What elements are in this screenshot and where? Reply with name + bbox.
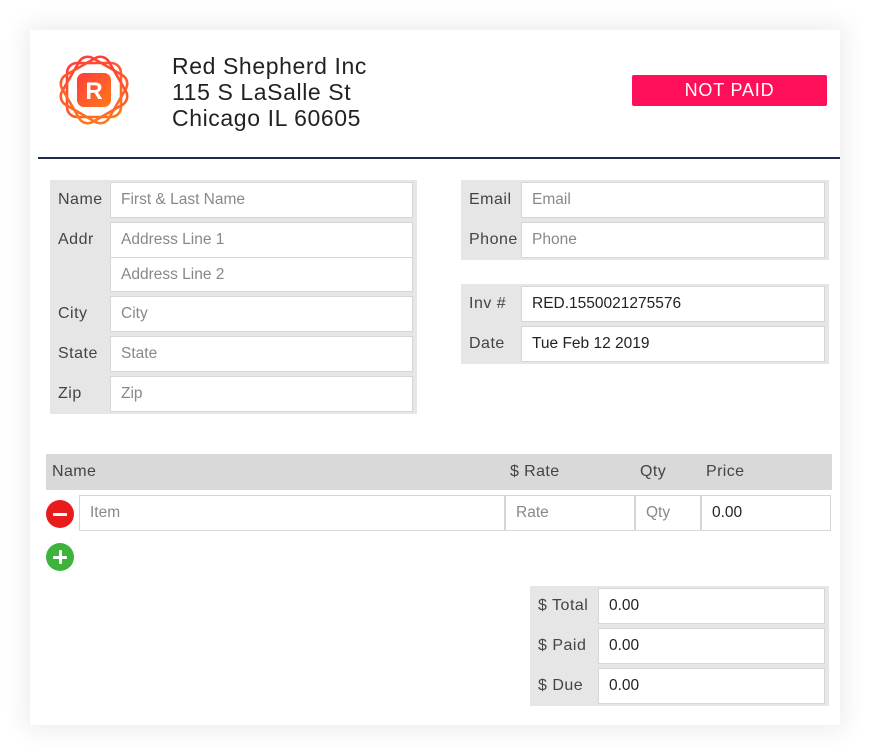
- header-name: Name: [52, 463, 97, 480]
- item-qty-input[interactable]: Qty: [635, 495, 701, 531]
- total-row: $ Total 0.00: [532, 588, 827, 624]
- minus-circle-icon: [53, 512, 67, 516]
- email-row: Email Email: [463, 182, 827, 218]
- client-info-panel: Name First & Last Name Addr Address Line…: [50, 180, 417, 414]
- add-item-button[interactable]: [46, 543, 74, 571]
- email-input[interactable]: Email: [521, 182, 825, 218]
- phone-row: Phone Phone: [463, 222, 827, 258]
- client-name-input[interactable]: First & Last Name: [110, 182, 413, 218]
- client-zip-row: Zip Zip: [52, 376, 415, 412]
- client-name-row: Name First & Last Name: [52, 182, 415, 218]
- line-items-header: Name $ Rate Qty Price: [46, 454, 832, 490]
- city-input[interactable]: City: [110, 296, 413, 332]
- contact-info-panel: Email Email Phone Phone: [461, 180, 829, 260]
- client-state-row: State State: [52, 336, 415, 372]
- header-rate: $ Rate: [510, 463, 560, 480]
- header-qty: Qty: [640, 463, 667, 480]
- invoice-card: R Red Shepherd Inc 115 S LaSalle St Chic…: [30, 30, 840, 725]
- plus-circle-icon: [53, 550, 67, 564]
- item-rate-input[interactable]: Rate: [505, 495, 635, 531]
- paid-input[interactable]: 0.00: [598, 628, 825, 664]
- client-city-row: City City: [52, 296, 415, 332]
- total-value: 0.00: [598, 588, 825, 624]
- due-row: $ Due 0.00: [532, 668, 827, 704]
- zip-input[interactable]: Zip: [110, 376, 413, 412]
- phone-label: Phone: [469, 231, 518, 248]
- invoice-number-input[interactable]: RED.1550021275576: [521, 286, 825, 322]
- paid-label: $ Paid: [538, 637, 587, 654]
- total-label: $ Total: [538, 597, 589, 614]
- header-price: Price: [706, 463, 745, 480]
- phone-input[interactable]: Phone: [521, 222, 825, 258]
- company-address-block: Red Shepherd Inc 115 S LaSalle St Chicag…: [172, 53, 367, 131]
- due-label: $ Due: [538, 677, 584, 694]
- invoice-number-row: Inv # RED.1550021275576: [463, 286, 827, 322]
- totals-panel: $ Total 0.00 $ Paid 0.00 $ Due 0.00: [530, 586, 829, 706]
- line-item-row: Item Rate Qty 0.00: [46, 495, 832, 531]
- address-line-1-input[interactable]: Address Line 1: [110, 222, 413, 258]
- client-name-label: Name: [58, 191, 103, 208]
- item-price-field: 0.00: [701, 495, 831, 531]
- due-value: 0.00: [598, 668, 825, 704]
- remove-item-button[interactable]: [46, 500, 74, 528]
- header-divider: [38, 157, 840, 159]
- item-name-input[interactable]: Item: [79, 495, 505, 531]
- payment-status-badge[interactable]: NOT PAID: [632, 75, 827, 106]
- invoice-date-row: Date Tue Feb 12 2019: [463, 326, 827, 362]
- company-name: Red Shepherd Inc: [172, 53, 368, 79]
- address-line-2-input[interactable]: Address Line 2: [110, 257, 413, 292]
- client-addr-label: Addr: [58, 231, 94, 248]
- state-input[interactable]: State: [110, 336, 413, 372]
- company-city: Chicago IL 60605: [172, 105, 362, 131]
- invoice-date-label: Date: [469, 335, 505, 352]
- paid-row: $ Paid 0.00: [532, 628, 827, 664]
- invoice-info-panel: Inv # RED.1550021275576 Date Tue Feb 12 …: [461, 284, 829, 364]
- logo-letter: R: [85, 78, 102, 105]
- invoice-number-label: Inv #: [469, 295, 507, 312]
- client-state-label: State: [58, 345, 98, 362]
- invoice-date-input[interactable]: Tue Feb 12 2019: [521, 326, 825, 362]
- client-addr2-row: Address Line 2: [52, 257, 415, 292]
- company-street: 115 S LaSalle St: [172, 79, 352, 105]
- client-city-label: City: [58, 305, 88, 322]
- client-zip-label: Zip: [58, 385, 82, 402]
- email-label: Email: [469, 191, 512, 208]
- client-addr2-label: [52, 257, 110, 292]
- client-addr-row: Addr Address Line 1: [52, 222, 415, 258]
- company-logo: R: [48, 44, 140, 136]
